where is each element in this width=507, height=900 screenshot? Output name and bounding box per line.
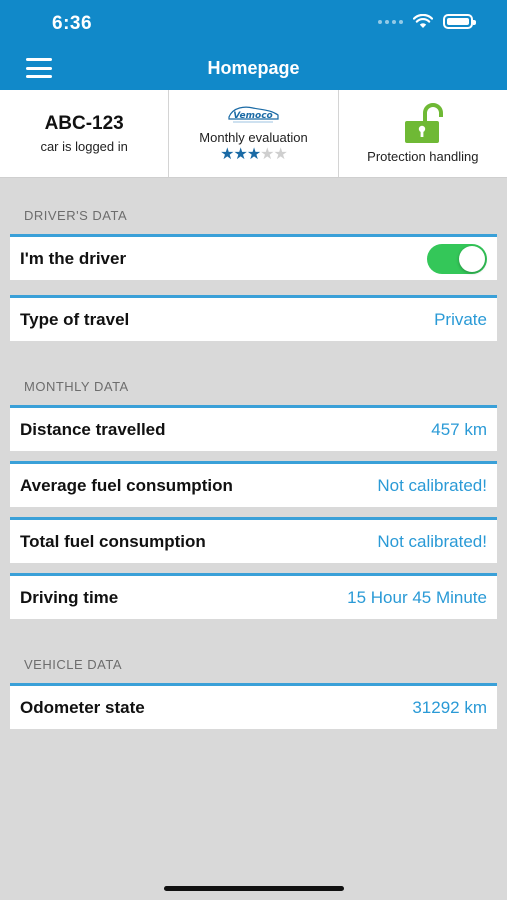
avg-fuel-value: Not calibrated! xyxy=(377,475,487,495)
driver-row: I'm the driver xyxy=(10,234,497,280)
travel-type-row[interactable]: Type of travel Private xyxy=(10,295,497,341)
distance-row: Distance travelled 457 km xyxy=(10,405,497,451)
vemoco-logo: Vemoco xyxy=(228,106,280,123)
star-icon: ★ xyxy=(273,146,288,163)
odometer-row: Odometer state 31292 km xyxy=(10,683,497,729)
driving-time-value: 15 Hour 45 Minute xyxy=(347,587,487,607)
car-plate: ABC-123 xyxy=(44,113,124,134)
monthly-evaluation-card[interactable]: Vemoco Monthly evaluation ★★★★★ xyxy=(169,90,339,177)
driving-time-label: Driving time xyxy=(20,587,119,607)
section-title-drivers: DRIVER'S DATA xyxy=(24,208,128,223)
section-title-monthly: MONTHLY DATA xyxy=(24,379,129,394)
driver-toggle[interactable] xyxy=(427,243,487,274)
travel-type-value: Private xyxy=(434,309,487,329)
battery-icon xyxy=(443,14,476,29)
evaluation-label: Monthly evaluation xyxy=(199,130,308,145)
protection-label: Protection handling xyxy=(367,149,479,164)
distance-value: 457 km xyxy=(431,419,487,439)
protection-handling-card[interactable]: Protection handling xyxy=(339,90,507,177)
svg-text:Vemoco: Vemoco xyxy=(234,111,274,121)
star-icon: ★ xyxy=(220,146,234,163)
distance-label: Distance travelled xyxy=(20,419,166,439)
total-fuel-value: Not calibrated! xyxy=(377,531,487,551)
star-icon: ★ xyxy=(246,146,261,163)
driving-time-row: Driving time 15 Hour 45 Minute xyxy=(10,573,497,619)
odometer-label: Odometer state xyxy=(20,697,145,717)
driver-label: I'm the driver xyxy=(20,248,127,268)
total-fuel-row: Total fuel consumption Not calibrated! xyxy=(10,517,497,563)
car-login-status: car is logged in xyxy=(40,139,128,154)
status-time: 6:36 xyxy=(52,13,93,34)
avg-fuel-row: Average fuel consumption Not calibrated! xyxy=(10,461,497,507)
rating-stars: ★★★★★ xyxy=(220,146,288,163)
top-bar: 6:36 Homepage xyxy=(0,0,507,90)
info-header: ABC-123 car is logged in Vemoco Monthly … xyxy=(0,90,507,178)
section-title-vehicle: VEHICLE DATA xyxy=(24,657,122,672)
travel-type-label: Type of travel xyxy=(20,309,130,329)
car-plate-card[interactable]: ABC-123 car is logged in xyxy=(0,90,170,177)
home-indicator[interactable] xyxy=(164,886,344,891)
unlocked-lock-icon xyxy=(404,103,443,143)
odometer-value: 31292 km xyxy=(412,697,487,717)
signal-icon xyxy=(378,19,403,24)
star-icon: ★ xyxy=(233,146,247,163)
status-icons xyxy=(378,14,476,29)
avg-fuel-label: Average fuel consumption xyxy=(20,475,233,495)
total-fuel-label: Total fuel consumption xyxy=(20,531,206,551)
page-title: Homepage xyxy=(207,58,300,78)
wifi-icon xyxy=(413,14,433,28)
star-icon: ★ xyxy=(260,146,274,163)
